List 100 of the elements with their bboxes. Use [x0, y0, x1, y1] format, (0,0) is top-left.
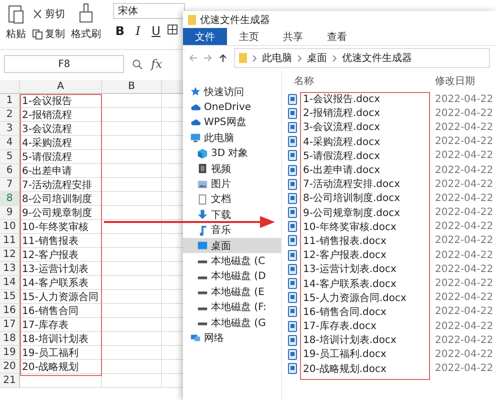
- row-number[interactable]: 7: [0, 178, 20, 192]
- breadcrumb-item[interactable]: 优速文件生成器: [342, 51, 412, 65]
- document-icon: [288, 108, 297, 119]
- row-number[interactable]: 10: [0, 220, 20, 234]
- underline-button[interactable]: U: [149, 24, 163, 38]
- table-cell: 1-会议报告: [20, 94, 102, 108]
- file-name[interactable]: 1-会议报告.docx: [303, 92, 380, 106]
- zoom-icon[interactable]: [132, 58, 143, 70]
- file-name[interactable]: 8-公司培训制度.docx: [303, 191, 400, 206]
- file-name[interactable]: 13-运营计划表.docx: [303, 262, 396, 276]
- copy-icon[interactable]: [32, 28, 43, 40]
- network-icon: [190, 332, 201, 344]
- scissors-icon[interactable]: [32, 8, 43, 20]
- italic-button[interactable]: I: [131, 24, 145, 38]
- cut-label[interactable]: 剪切: [45, 7, 65, 21]
- row-number[interactable]: 1: [0, 94, 20, 108]
- font-name-field[interactable]: 宋体: [113, 3, 185, 19]
- table-cell: 4-采购流程: [20, 136, 102, 150]
- document-icon: [288, 122, 297, 133]
- table-cell: 18-培训计划表: [20, 332, 102, 346]
- up-arrow-icon[interactable]: [219, 54, 227, 62]
- nav-item[interactable]: 桌面: [183, 238, 281, 254]
- row-number[interactable]: 9: [0, 206, 20, 220]
- row-number[interactable]: 19: [0, 346, 20, 360]
- row-number[interactable]: 8: [0, 192, 20, 206]
- row-number[interactable]: 17: [0, 318, 20, 332]
- row-number[interactable]: 14: [0, 276, 20, 290]
- row-number[interactable]: 3: [0, 122, 20, 136]
- file-name[interactable]: 9-公司规章制度.docx: [303, 206, 400, 220]
- row-number[interactable]: 4: [0, 136, 20, 150]
- table-cell: 14-客户联系表: [20, 276, 102, 290]
- column-header[interactable]: B: [102, 80, 162, 94]
- column-header[interactable]: A: [20, 80, 102, 94]
- file-name[interactable]: 4-采购流程.docx: [303, 134, 380, 149]
- file-name[interactable]: 3-会议流程.docx: [303, 120, 380, 134]
- file-name[interactable]: 6-出差申请.docx: [303, 163, 380, 178]
- nav-item[interactable]: 本地磁盘 (G: [183, 314, 281, 330]
- ribbon-tab[interactable]: 主页: [227, 28, 271, 45]
- row-number[interactable]: 6: [0, 164, 20, 178]
- nav-item[interactable]: 文档: [183, 192, 281, 208]
- paste-label[interactable]: 粘贴: [6, 27, 26, 41]
- format-painter-label[interactable]: 格式刷: [71, 27, 101, 41]
- brush-icon[interactable]: [77, 3, 95, 25]
- file-name[interactable]: 16-销售合同.docx: [303, 304, 386, 319]
- chevron-icon[interactable]: [252, 54, 257, 62]
- breadcrumb-item[interactable]: 桌面: [307, 51, 327, 65]
- nav-item[interactable]: WPS网盘: [183, 114, 281, 130]
- nav-item[interactable]: 本地磁盘 (E: [183, 284, 281, 300]
- nav-item[interactable]: 网络: [183, 330, 281, 346]
- address-bar[interactable]: 此电脑 桌面 优速文件生成器: [234, 48, 490, 68]
- ribbon-tab[interactable]: 文件: [183, 28, 227, 45]
- nav-item[interactable]: 视频: [183, 160, 281, 176]
- chevron-icon[interactable]: [297, 54, 302, 62]
- nav-item[interactable]: 快速访问: [183, 84, 281, 100]
- nav-item[interactable]: 本地磁盘 (D: [183, 268, 281, 284]
- file-name[interactable]: 11-销售报表.docx: [303, 234, 386, 248]
- row-number[interactable]: 21: [0, 374, 20, 388]
- clipboard-icon[interactable]: [7, 3, 25, 25]
- breadcrumb-item[interactable]: 此电脑: [262, 51, 292, 65]
- row-number[interactable]: 15: [0, 290, 20, 304]
- file-name[interactable]: 2-报销流程.docx: [303, 106, 380, 120]
- copy-label[interactable]: 复制: [45, 27, 65, 41]
- file-name[interactable]: 20-战略规划.docx: [303, 362, 386, 376]
- ribbon-tab[interactable]: 查看: [315, 28, 359, 45]
- row-number[interactable]: 12: [0, 248, 20, 262]
- file-name[interactable]: 15-人力资源合同.docx: [303, 290, 406, 305]
- row-number[interactable]: 20: [0, 360, 20, 374]
- file-name[interactable]: 12-客户报表.docx: [303, 248, 386, 262]
- chevron-icon[interactable]: [332, 54, 337, 62]
- cube-icon: [197, 148, 208, 159]
- row-number[interactable]: 2: [0, 108, 20, 122]
- file-name[interactable]: 10-年终奖审核.docx: [303, 220, 396, 234]
- file-name[interactable]: 19-员工福利.docx: [303, 347, 386, 362]
- nav-item[interactable]: 此电脑: [183, 130, 281, 146]
- column-header[interactable]: 名称: [288, 74, 435, 88]
- nav-item[interactable]: 本地磁盘 (F:: [183, 299, 281, 315]
- nav-item[interactable]: 3D 对象: [183, 146, 281, 161]
- file-name[interactable]: 7-活动流程安排.docx: [303, 177, 400, 192]
- name-box[interactable]: F8: [4, 55, 124, 73]
- nav-item[interactable]: 本地磁盘 (C: [183, 253, 281, 269]
- file-name[interactable]: 5-请假流程.docx: [303, 148, 380, 163]
- document-icon: [288, 250, 297, 261]
- ribbon-tab[interactable]: 共享: [271, 28, 315, 45]
- nav-item[interactable]: 音乐: [183, 222, 281, 238]
- nav-item[interactable]: 图片: [183, 176, 281, 192]
- bold-button[interactable]: B: [113, 24, 127, 38]
- row-number[interactable]: 5: [0, 150, 20, 164]
- row-number[interactable]: 18: [0, 332, 20, 346]
- row-number[interactable]: 13: [0, 262, 20, 276]
- table-cell: 15-人力资源合同: [20, 290, 102, 304]
- file-name[interactable]: 14-客户联系表.docx: [303, 276, 396, 291]
- nav-item[interactable]: OneDrive: [183, 99, 281, 115]
- row-number[interactable]: 16: [0, 304, 20, 318]
- nav-item[interactable]: 下载: [183, 207, 281, 223]
- column-header[interactable]: 修改日期: [435, 74, 475, 88]
- border-icon[interactable]: [167, 24, 178, 35]
- file-name[interactable]: 17-库存表.docx: [303, 319, 376, 334]
- row-number[interactable]: 11: [0, 234, 20, 248]
- corner-cell[interactable]: [0, 80, 20, 94]
- file-name[interactable]: 18-培训计划表.docx: [303, 333, 396, 348]
